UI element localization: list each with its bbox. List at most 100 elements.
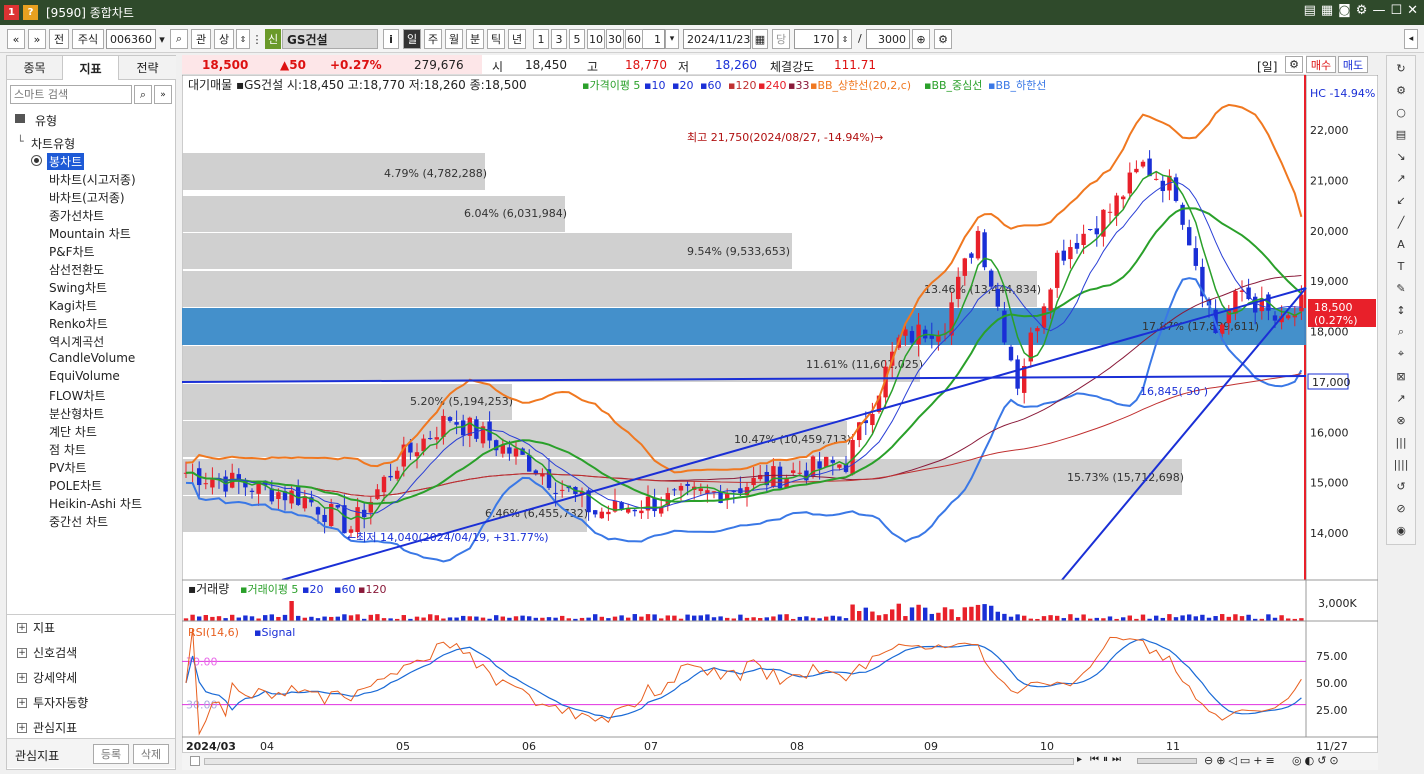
market-select[interactable]: 주식 <box>72 29 104 49</box>
unit-dropdown-icon[interactable]: ▾ <box>665 29 679 49</box>
collapse-icon[interactable]: ◂ <box>1404 29 1418 49</box>
chart-area[interactable]: 4.79% (4,782,288) 6.04% (6,031,984) 9.54% … <box>181 74 1379 756</box>
period-tab-4[interactable]: 틱 <box>487 29 505 49</box>
refresh-icon[interactable]: ↻ <box>1393 60 1409 76</box>
scroll-left-icon[interactable] <box>190 756 200 766</box>
ray-tool-icon[interactable]: ↗ <box>1393 170 1409 186</box>
section-3[interactable]: + 투자자동향 <box>17 694 88 711</box>
chart-type-item[interactable]: EquiVolume <box>49 369 120 383</box>
expand-plus-icon[interactable]: + <box>17 622 27 633</box>
bar-tool-icon[interactable]: ▤ <box>1393 126 1409 142</box>
period-tab-3[interactable]: 분 <box>466 29 484 49</box>
chart-type-item[interactable]: 종가선차트 <box>49 207 104 224</box>
undo-icon[interactable]: ↺ <box>1393 478 1409 494</box>
updown-spinner-icon[interactable]: ⇕ <box>236 29 250 49</box>
help-icon[interactable]: ? <box>23 5 38 20</box>
section-4[interactable]: + 관심지표 <box>17 719 77 736</box>
count-spinner-icon[interactable]: ⇕ <box>838 29 852 49</box>
dang-button[interactable]: 당 <box>772 29 790 49</box>
close-icon[interactable]: ✕ <box>1407 3 1418 18</box>
trendline-icon[interactable]: ╱ <box>1393 214 1409 230</box>
tab-indicator[interactable]: 지표 <box>63 56 119 80</box>
gwan-button[interactable]: 관 <box>191 29 211 49</box>
zoom-icon[interactable]: ⊕ <box>912 29 930 49</box>
chart-type-item[interactable]: P&F차트 <box>49 243 95 260</box>
chart-settings-icon[interactable]: ⚙ <box>1285 56 1303 73</box>
jeon-button[interactable]: 전 <box>49 29 69 49</box>
circle-tool-icon[interactable]: ○ <box>1393 104 1409 120</box>
delete-button[interactable]: 삭제 <box>133 744 169 764</box>
search-icon[interactable]: ⌕ <box>170 29 188 49</box>
settings-icon[interactable]: ⚙ <box>1393 82 1409 98</box>
chart-type-item[interactable]: POLE차트 <box>49 477 102 494</box>
maximize-icon[interactable]: ☐ <box>1390 3 1402 18</box>
expand-plus-icon[interactable]: + <box>17 672 27 683</box>
trend-arrow-icon[interactable]: ↘ <box>1393 148 1409 164</box>
layout-icon[interactable]: ▤ <box>1304 3 1316 18</box>
scroll-right-icon[interactable]: ▸ <box>1077 754 1082 765</box>
vertical-icon[interactable]: ↕ <box>1393 302 1409 318</box>
chart-type-item[interactable]: Mountain 차트 <box>49 225 131 242</box>
chart-type-item[interactable]: 점 차트 <box>49 441 86 458</box>
horizontal-scrollbar[interactable] <box>204 758 1074 765</box>
line-tool-icon[interactable]: ↙ <box>1393 192 1409 208</box>
zoom-tool-icon[interactable]: ⌕ <box>1393 324 1409 340</box>
section-0[interactable]: + 지표 <box>17 619 55 636</box>
fib-tool-icon[interactable]: ⊠ <box>1393 368 1409 384</box>
chart-type-item[interactable]: Renko차트 <box>49 315 108 332</box>
multi-line-icon[interactable]: |||| <box>1393 456 1409 472</box>
section-2[interactable]: + 강세약세 <box>17 669 77 686</box>
chart-type-item[interactable]: CandleVolume <box>49 351 135 365</box>
expand-plus-icon[interactable]: + <box>17 697 27 708</box>
toolbar-settings-icon[interactable]: ⚙ <box>934 29 952 49</box>
subgroup-label[interactable]: 차트유형 <box>31 135 75 152</box>
auto-tool-icon[interactable]: A <box>1393 236 1409 252</box>
interval-button-4[interactable]: 30 <box>606 29 624 49</box>
tab-strategy[interactable]: 전략 <box>119 56 176 80</box>
chart-type-item[interactable]: 계단 차트 <box>49 423 97 440</box>
total-input[interactable]: 3000 <box>866 29 910 49</box>
chart-canvas[interactable]: 4.79% (4,782,288) 6.04% (6,031,984) 9.54% … <box>181 74 1379 756</box>
period-tab-0[interactable]: 일 <box>403 29 421 49</box>
badge-number-icon[interactable]: 1 <box>4 5 19 20</box>
register-button[interactable]: 등록 <box>93 744 129 764</box>
tab-stock[interactable]: 종목 <box>7 56 63 80</box>
chart-type-item[interactable]: 바차트(시고저종) <box>49 171 136 188</box>
info-button[interactable]: i <box>383 29 399 49</box>
pen-icon[interactable]: ✎ <box>1393 280 1409 296</box>
interval-button-3[interactable]: 10 <box>587 29 605 49</box>
chart-type-item[interactable]: 분산형차트 <box>49 405 104 422</box>
interval-button-5[interactable]: 60 <box>625 29 643 49</box>
nav-prev-button[interactable]: « <box>7 29 25 49</box>
buy-button[interactable]: 매수 <box>1306 56 1336 73</box>
section-1[interactable]: + 신호검색 <box>17 644 77 661</box>
nav-next-button[interactable]: » <box>28 29 46 49</box>
stock-code-input[interactable]: 006360 <box>106 29 156 49</box>
crosshair-icon[interactable]: ⌖ <box>1393 346 1409 362</box>
calendar-icon[interactable]: ▦ <box>752 29 768 49</box>
text-tool-icon[interactable]: T <box>1393 258 1409 274</box>
magnet-icon[interactable]: ◉ <box>1393 522 1409 538</box>
settings-icon[interactable]: ⚙ <box>1356 3 1368 18</box>
chart-type-item[interactable]: 역시계곡선 <box>49 333 104 350</box>
chart-type-item[interactable]: 삼선전환도 <box>49 261 104 278</box>
expand-plus-icon[interactable]: + <box>17 647 27 658</box>
chart-type-item[interactable]: 중간선 차트 <box>49 513 108 530</box>
view-controls-icon[interactable]: ◎◐↺⊙ <box>1292 754 1342 767</box>
sell-button[interactable]: 매도 <box>1338 56 1368 73</box>
zoom-slider[interactable] <box>1137 758 1197 764</box>
delete-tool-icon[interactable]: ⊘ <box>1393 500 1409 516</box>
period-tab-5[interactable]: 년 <box>508 29 526 49</box>
zoom-controls-icon[interactable]: ⊖⊕◁▭+≡ <box>1204 754 1278 767</box>
chart-type-item[interactable]: FLOW차트 <box>49 387 106 404</box>
search-icon[interactable]: ⌕ <box>134 85 152 104</box>
radio-icon[interactable] <box>31 155 42 166</box>
interval-button-0[interactable]: 1 <box>533 29 549 49</box>
chart-type-item[interactable]: PV차트 <box>49 459 87 476</box>
date-input[interactable]: 2024/11/23 <box>683 29 751 49</box>
expand-plus-icon[interactable]: + <box>17 722 27 733</box>
cycle-icon[interactable]: ||| <box>1393 434 1409 450</box>
grid-icon[interactable]: ▦ <box>1321 3 1333 18</box>
chart-type-item[interactable]: Heikin-Ashi 차트 <box>49 495 142 512</box>
chart-type-item[interactable]: 봉차트 <box>47 153 85 170</box>
